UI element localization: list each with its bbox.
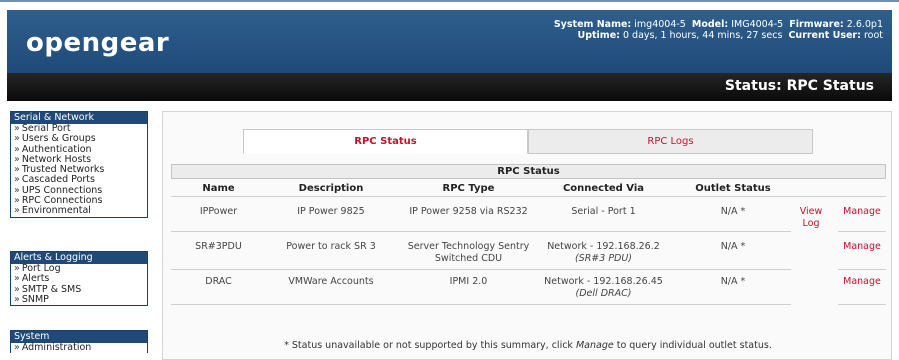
arrow-icon: » [14,174,20,186]
arrow-icon: » [14,293,20,305]
current-user-value: root [863,30,883,41]
uptime-label: Uptime: [577,30,620,41]
manage-link[interactable]: Manage [837,241,887,253]
uptime-value: 0 days, 1 hours, 44 mins, 27 secs [622,30,783,41]
connected-via-address: Network - 192.168.26.45 [544,276,663,287]
tab-rpc-status[interactable]: RPC Status [243,129,528,154]
sidebar-serial-network: Serial & Network » Serial Port » Users & G… [10,111,148,218]
arrow-icon: » [14,205,20,217]
connected-via-address: Network - 192.168.26.2 [547,241,660,252]
header-banner: opengear System Name: img4004-5 Model: I… [7,10,892,73]
footnote-text: * Status unavailable or not supported by… [284,340,576,351]
table-title: RPC Status [171,164,886,179]
cell-name: DRAC [205,276,232,287]
sidebar-item-label: Administration [21,342,92,353]
status-footnote: * Status unavailable or not supported by… [163,340,893,351]
current-user-label: Current User: [788,30,861,41]
page-header: opengear System Name: img4004-5 Model: I… [7,10,892,101]
cell-name: SR#3PDU [195,241,242,252]
row-divider [171,231,791,232]
cell-rpc-type: IPMI 2.0 [449,276,488,287]
page-title: Status: RPC Status [724,78,874,94]
arrow-icon: » [14,143,20,155]
title-bar: Status: RPC Status [7,73,892,101]
main-content: RPC Status RPC Logs RPC Status Name Desc… [162,111,892,360]
sidebar-item-label: SNMP [21,293,49,305]
cell-description: Power to rack SR 3 [286,241,376,252]
sidebar-item-administration[interactable]: » Administration [11,342,147,353]
cell-connected-via: Network - 192.168.26.45 (Dell DRAC) [536,276,671,300]
tab-rpc-logs[interactable]: RPC Logs [528,129,813,154]
cell-connected-via: Serial - Port 1 [571,206,636,217]
model-value: IMG4004-5 [731,19,784,30]
system-info-line-1: System Name: img4004-5 Model: IMG4004-5 … [554,19,883,30]
column-header-rpc-type: RPC Type [442,183,495,194]
row-divider [838,269,886,270]
footnote-manage-word: Manage [575,340,614,351]
cell-connected-via: Network - 192.168.26.2 (SR#3 PDU) [536,241,671,265]
view-log-link[interactable]: View Log [795,206,827,230]
system-name-value: img4004-5 [634,19,686,30]
sidebar-item-snmp[interactable]: » SNMP [11,293,147,305]
cell-name: IPPower [199,206,238,217]
cell-rpc-type: Server Technology Sentry Switched CDU [407,241,530,264]
header-divider [171,196,886,197]
row-divider [171,269,791,270]
connected-via-device: (SR#3 PDU) [574,253,633,264]
firmware-label: Firmware: [789,19,844,30]
sidebar-item-environmental[interactable]: » Environmental [11,206,147,216]
top-accent-line [0,0,899,2]
row-divider [838,304,886,305]
manage-link[interactable]: Manage [837,276,887,288]
connected-via-device: (Dell DRAC) [575,288,632,299]
cell-outlet-status: N/A * [720,241,746,252]
system-info: System Name: img4004-5 Model: IMG4004-5 … [554,19,883,41]
opengear-logo[interactable]: opengear [26,28,169,58]
sidebar-item-label: Environmental [21,205,91,217]
manage-link[interactable]: Manage [837,206,887,218]
arrow-icon: » [14,133,20,145]
column-header-description: Description [298,183,364,194]
cell-description: VMWare Accounts [288,276,374,287]
row-divider [171,304,791,305]
column-header-outlet-status: Outlet Status [695,183,771,194]
sidebar-alerts-logging: Alerts & Logging » Port Log » Alerts » SMTP… [10,251,148,307]
footnote-text-end: to query individual outlet status. [613,340,772,351]
column-header-connected-via: Connected Via [562,183,645,194]
model-label: Model: [691,19,729,30]
arrow-icon: » [14,283,20,295]
sidebar-system: System » Administration [10,330,148,354]
column-header-name: Name [202,183,235,194]
cell-outlet-status: N/A * [720,206,746,217]
cell-rpc-type: IP Power 9258 via RS232 [409,206,528,217]
cell-description: IP Power 9825 [297,206,365,217]
system-name-label: System Name: [553,19,632,30]
firmware-value: 2.6.0p1 [846,19,883,30]
arrow-icon: » [14,342,20,353]
arrow-icon: » [14,273,20,285]
row-divider [838,231,886,232]
system-info-line-2: Uptime: 0 days, 1 hours, 44 mins, 27 sec… [554,30,883,41]
cell-outlet-status: N/A * [720,276,746,287]
